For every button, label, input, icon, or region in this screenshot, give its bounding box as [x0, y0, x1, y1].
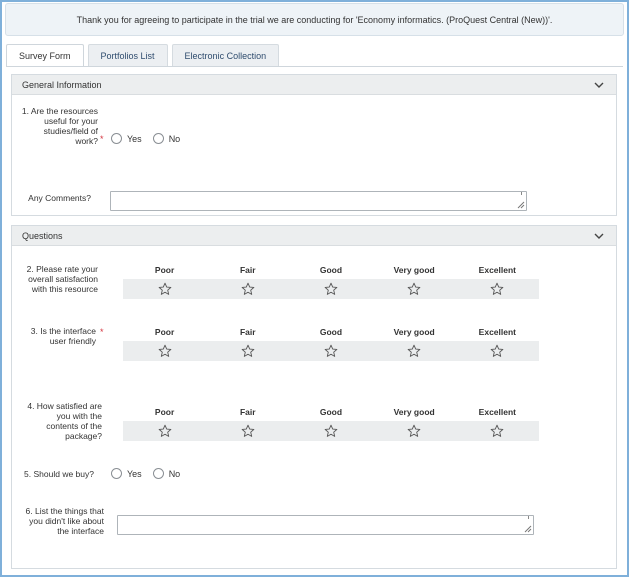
tab-label: Electronic Collection [184, 50, 267, 61]
panel-title: General Information [22, 79, 102, 90]
comments-label: Any Comments? [28, 193, 91, 203]
required-marker: * [100, 134, 104, 144]
rating-scale-header: Poor Fair Good Very good Excellent [123, 327, 539, 341]
rating-option-label: Fair [239, 265, 256, 275]
label-line: 4. How satisfied are [27, 401, 102, 411]
label-line: studies/field of [43, 126, 98, 136]
required-marker: * [100, 327, 104, 337]
rating-option-label: Poor [154, 407, 175, 417]
q2-rating: Poor Fair Good Very good Excellent [123, 265, 539, 299]
label-line: useful for your [44, 116, 98, 126]
tab-survey-form[interactable]: Survey Form [6, 44, 84, 67]
questions-panel: Questions 2. Please rate your overall sa… [11, 225, 617, 569]
q6-label: 6. List the things that you didn't like … [12, 506, 104, 536]
label-line: you with the [56, 411, 102, 421]
comments-textarea[interactable] [110, 191, 527, 211]
rating-option-label: Poor [154, 265, 175, 275]
star-icon[interactable] [456, 282, 539, 296]
rating-option-label: Excellent [478, 407, 516, 417]
q2-label: 2. Please rate your overall satisfaction… [12, 264, 98, 294]
q5-no-label: No [168, 468, 181, 479]
label-line: user friendly [49, 336, 96, 346]
label-line: 1. Are the resources [21, 106, 98, 116]
rating-stars-row [123, 421, 539, 441]
rating-option-label: Fair [239, 407, 256, 417]
q1-options: Yes No [111, 133, 191, 144]
tab-divider [6, 66, 623, 67]
chevron-down-icon[interactable] [592, 78, 606, 92]
q5-no-radio[interactable] [152, 468, 164, 479]
tab-bar: Survey Form Portfolios List Electronic C… [6, 44, 283, 67]
resize-grip-icon[interactable] [523, 524, 532, 533]
rating-stars-row [123, 279, 539, 299]
rating-option-label: Very good [393, 265, 435, 275]
star-icon[interactable] [289, 282, 372, 296]
star-icon[interactable] [206, 282, 289, 296]
q5-options: Yes No [111, 468, 191, 479]
star-icon[interactable] [123, 282, 206, 296]
star-icon[interactable] [289, 424, 372, 438]
dislikes-textarea[interactable] [117, 515, 534, 535]
rating-option-label: Good [319, 407, 343, 417]
chevron-down-icon[interactable] [592, 229, 606, 243]
label-line: you didn't like about [29, 516, 104, 526]
star-icon[interactable] [456, 344, 539, 358]
q4-rating: Poor Fair Good Very good Excellent [123, 407, 539, 441]
banner-text: Thank you for agreeing to participate in… [76, 14, 553, 25]
rating-option-label: Good [319, 265, 343, 275]
panel-title: Questions [22, 230, 63, 241]
label-line: package? [65, 431, 102, 441]
label-line: the interface [57, 526, 104, 536]
star-icon[interactable] [289, 344, 372, 358]
star-icon[interactable] [373, 282, 456, 296]
q5-yes-label: Yes [127, 468, 142, 479]
resize-grip-icon[interactable] [516, 200, 525, 209]
star-icon[interactable] [373, 424, 456, 438]
label-line: contents of the [46, 421, 102, 431]
rating-option-label: Very good [393, 407, 435, 417]
tab-label: Survey Form [19, 51, 71, 61]
label-line: work? [75, 136, 98, 146]
general-information-header[interactable]: General Information [12, 75, 616, 95]
rating-stars-row [123, 341, 539, 361]
q1-no-label: No [168, 133, 181, 144]
q5-label: 5. Should we buy? [24, 469, 94, 479]
q1-yes-radio[interactable] [111, 133, 122, 144]
star-icon[interactable] [373, 344, 456, 358]
star-icon[interactable] [456, 424, 539, 438]
rating-option-label: Fair [239, 327, 256, 337]
tab-label: Portfolios List [100, 50, 155, 61]
star-icon[interactable] [123, 424, 206, 438]
rating-scale-header: Poor Fair Good Very good Excellent [123, 265, 539, 279]
tab-electronic-collection[interactable]: Electronic Collection [171, 44, 280, 66]
q5-yes-radio[interactable] [111, 468, 122, 479]
star-icon[interactable] [206, 344, 289, 358]
rating-option-label: Good [319, 327, 343, 337]
rating-option-label: Excellent [478, 265, 516, 275]
rating-option-label: Excellent [478, 327, 516, 337]
label-line: 2. Please rate your [26, 264, 98, 274]
trial-banner: Thank you for agreeing to participate in… [5, 3, 624, 36]
rating-option-label: Very good [393, 327, 435, 337]
q1-no-radio[interactable] [152, 133, 164, 144]
q1-yes-label: Yes [127, 133, 142, 144]
label-line: overall satisfaction [28, 274, 98, 284]
scroll-mark [528, 516, 529, 519]
label-line: with this resource [31, 284, 98, 294]
q3-label: 3. Is the interface user friendly [12, 326, 96, 346]
rating-option-label: Poor [154, 327, 175, 337]
q4-label: 4. How satisfied are you with the conten… [12, 401, 102, 441]
label-line: 3. Is the interface [30, 326, 96, 336]
q1-label: 1. Are the resources useful for your stu… [12, 106, 98, 146]
tab-portfolios-list[interactable]: Portfolios List [87, 44, 168, 66]
label-line: 6. List the things that [25, 506, 104, 516]
general-information-panel: General Information 1. Are the resources… [11, 74, 617, 216]
rating-scale-header: Poor Fair Good Very good Excellent [123, 407, 539, 421]
star-icon[interactable] [206, 424, 289, 438]
q3-rating: Poor Fair Good Very good Excellent [123, 327, 539, 361]
star-icon[interactable] [123, 344, 206, 358]
scroll-mark [521, 192, 522, 195]
questions-header[interactable]: Questions [12, 226, 616, 246]
